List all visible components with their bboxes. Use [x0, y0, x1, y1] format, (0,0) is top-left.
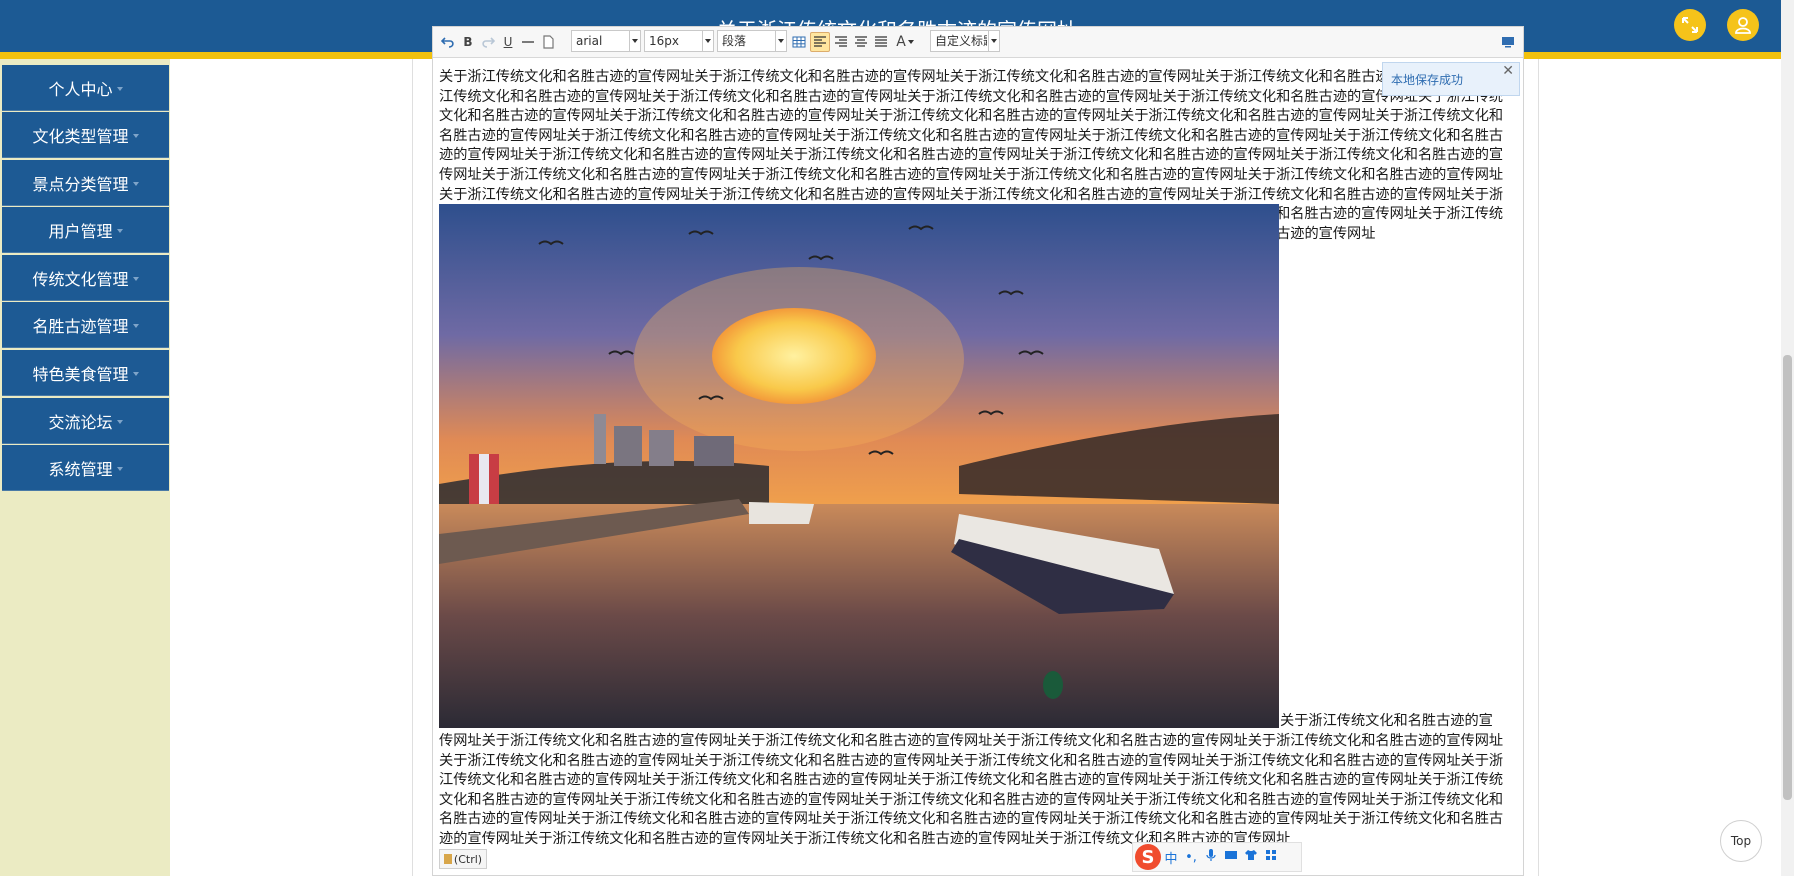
chevron-down-icon	[775, 31, 786, 51]
sidebar-item-traditional-culture[interactable]: 传统文化管理	[2, 255, 169, 301]
font-size-select[interactable]: 16px	[644, 30, 714, 52]
align-left-button[interactable]	[810, 32, 830, 52]
clear-format-button[interactable]	[539, 32, 557, 52]
paste-options-button[interactable]: (Ctrl)	[439, 849, 487, 869]
editor-body-text-after-image: 关于浙江传统文化和名胜古迹的宣	[1280, 713, 1493, 729]
fullscreen-editor-button[interactable]	[1499, 32, 1517, 52]
monitor-icon	[1502, 37, 1514, 48]
font-family-value: arial	[576, 34, 603, 48]
align-justify-button[interactable]	[872, 32, 890, 52]
insert-table-button[interactable]	[790, 32, 808, 52]
panel-border-right	[1538, 59, 1539, 876]
caret-down-icon	[116, 228, 123, 233]
align-justify-icon	[875, 36, 887, 47]
caret-down-icon	[116, 466, 123, 471]
paste-label: (Ctrl)	[453, 852, 483, 866]
undo-button[interactable]	[439, 32, 457, 52]
save-toast: 本地保存成功 ✕	[1382, 62, 1520, 96]
align-left-icon	[814, 36, 826, 47]
table-icon	[792, 36, 806, 48]
font-family-select[interactable]: arial	[571, 30, 641, 52]
bold-button[interactable]: B	[459, 32, 477, 52]
sidebar-item-label: 传统文化管理	[32, 269, 129, 289]
sidebar-item-personal-center[interactable]: 个人中心	[2, 65, 169, 111]
paragraph-value: 段落	[722, 34, 747, 48]
chevron-down-icon	[988, 31, 999, 51]
ime-toolbar[interactable]: S 中 •,	[1132, 842, 1302, 872]
toast-message: 本地保存成功	[1391, 73, 1464, 87]
keyboard-icon[interactable]	[1221, 849, 1241, 865]
font-size-value: 16px	[649, 34, 679, 48]
caret-down-icon	[132, 276, 139, 281]
align-right-icon	[835, 36, 847, 47]
caret-down-icon	[132, 181, 139, 186]
ime-language-toggle[interactable]: 中	[1161, 848, 1181, 867]
undo-icon	[441, 37, 454, 48]
underline-button[interactable]: U	[499, 32, 517, 52]
horizontal-rule-icon	[522, 41, 534, 43]
clipboard-icon	[443, 854, 452, 864]
scroll-to-top-button[interactable]: Top	[1720, 820, 1762, 862]
skin-shirt-icon[interactable]	[1241, 849, 1261, 865]
sidebar: 个人中心 文化类型管理 景点分类管理 用户管理 传统文化管理 名胜古迹管理 特色…	[0, 59, 170, 876]
sogou-logo-icon[interactable]: S	[1135, 844, 1161, 870]
sidebar-item-users[interactable]: 用户管理	[2, 207, 169, 253]
editor-body-text-bottom: 传网址关于浙江传统文化和名胜古迹的宣传网址关于浙江传统文化和名胜古迹的宣传网址关…	[439, 733, 1504, 847]
sidebar-item-label: 系统管理	[48, 459, 113, 479]
chevron-down-icon	[629, 31, 640, 51]
sidebar-item-system[interactable]: 系统管理	[2, 445, 169, 491]
microphone-icon[interactable]	[1201, 848, 1221, 866]
sidebar-item-forum[interactable]: 交流论坛	[2, 398, 169, 444]
expand-icon	[1682, 17, 1698, 33]
fullscreen-button[interactable]	[1674, 9, 1706, 41]
align-right-button[interactable]	[832, 32, 850, 52]
caret-down-icon	[116, 86, 123, 91]
caret-down-icon	[132, 323, 139, 328]
chevron-down-icon	[702, 31, 713, 51]
horizontal-rule-button[interactable]	[519, 32, 537, 52]
panel-border-left	[412, 59, 413, 876]
align-center-button[interactable]	[852, 32, 870, 52]
paragraph-select[interactable]: 段落	[717, 30, 787, 52]
document-icon	[543, 35, 554, 49]
caret-down-icon	[907, 40, 914, 44]
caret-down-icon	[132, 371, 139, 376]
custom-title-select[interactable]: 自定义标题	[930, 30, 1000, 52]
sidebar-item-scenic-categories[interactable]: 景点分类管理	[2, 160, 169, 206]
font-color-button[interactable]: A	[892, 32, 918, 52]
sidebar-item-culture-types[interactable]: 文化类型管理	[2, 112, 169, 158]
caret-down-icon	[132, 133, 139, 138]
font-color-label: A	[896, 34, 906, 50]
sidebar-item-label: 名胜古迹管理	[32, 316, 129, 336]
editor-toolbar: B U arial 16px 段落 A 自定义标	[433, 27, 1523, 58]
sidebar-item-label: 个人中心	[48, 79, 113, 99]
redo-button[interactable]	[479, 32, 497, 52]
grid-menu-icon[interactable]	[1261, 849, 1281, 865]
user-button[interactable]	[1727, 9, 1759, 41]
page-scrollbar[interactable]	[1781, 0, 1794, 876]
scrollbar-thumb[interactable]	[1783, 355, 1792, 800]
align-center-icon	[855, 36, 867, 47]
ime-punctuation-toggle[interactable]: •,	[1181, 850, 1201, 865]
close-icon[interactable]: ✕	[1502, 63, 1514, 79]
user-icon	[1735, 17, 1751, 34]
caret-down-icon	[116, 419, 123, 424]
sidebar-item-local-food[interactable]: 特色美食管理	[2, 350, 169, 396]
sidebar-item-label: 特色美食管理	[32, 364, 129, 384]
sidebar-item-label: 景点分类管理	[32, 174, 129, 194]
sidebar-item-historic-sites[interactable]: 名胜古迹管理	[2, 302, 169, 348]
sunset-river-photo	[439, 204, 1279, 728]
custom-title-value: 自定义标题	[935, 34, 987, 48]
sidebar-item-label: 用户管理	[48, 221, 113, 241]
sidebar-item-label: 交流论坛	[48, 412, 113, 432]
sidebar-item-label: 文化类型管理	[32, 126, 129, 146]
redo-icon	[482, 37, 495, 48]
